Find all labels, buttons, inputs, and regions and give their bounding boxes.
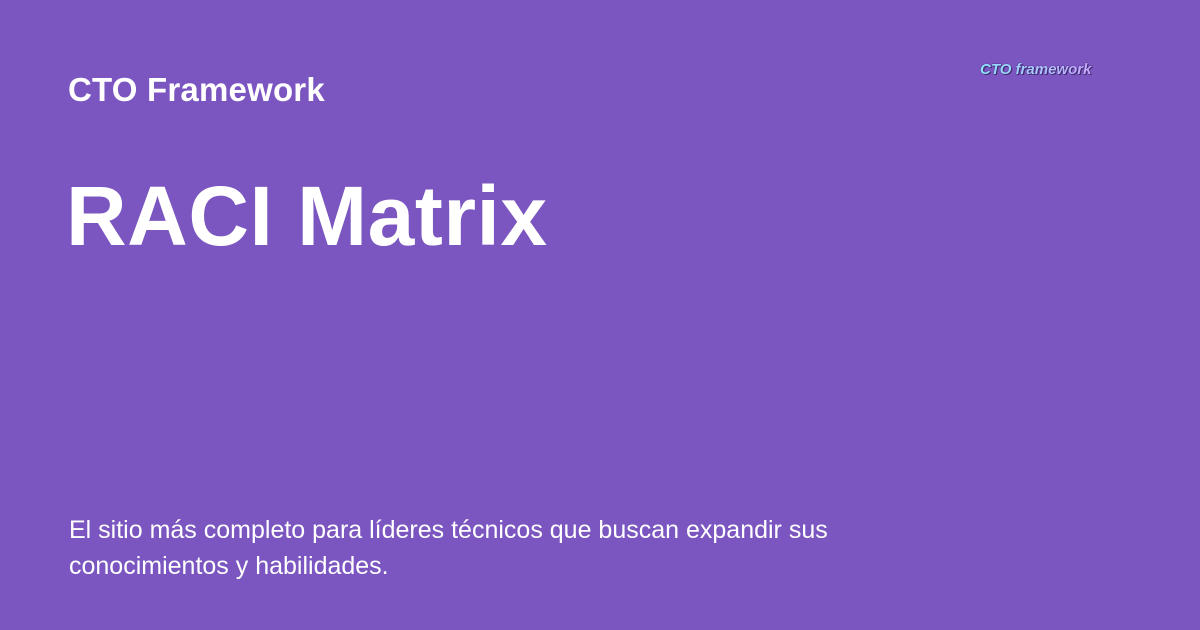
page-title: RACI Matrix xyxy=(66,169,548,263)
page-description: El sitio más completo para líderes técni… xyxy=(69,516,828,580)
cto-framework-logo: CTO framework CTO framework xyxy=(980,61,1094,79)
site-name: CTO Framework xyxy=(68,71,325,108)
logo-wordmark: CTO framework xyxy=(980,61,1092,78)
